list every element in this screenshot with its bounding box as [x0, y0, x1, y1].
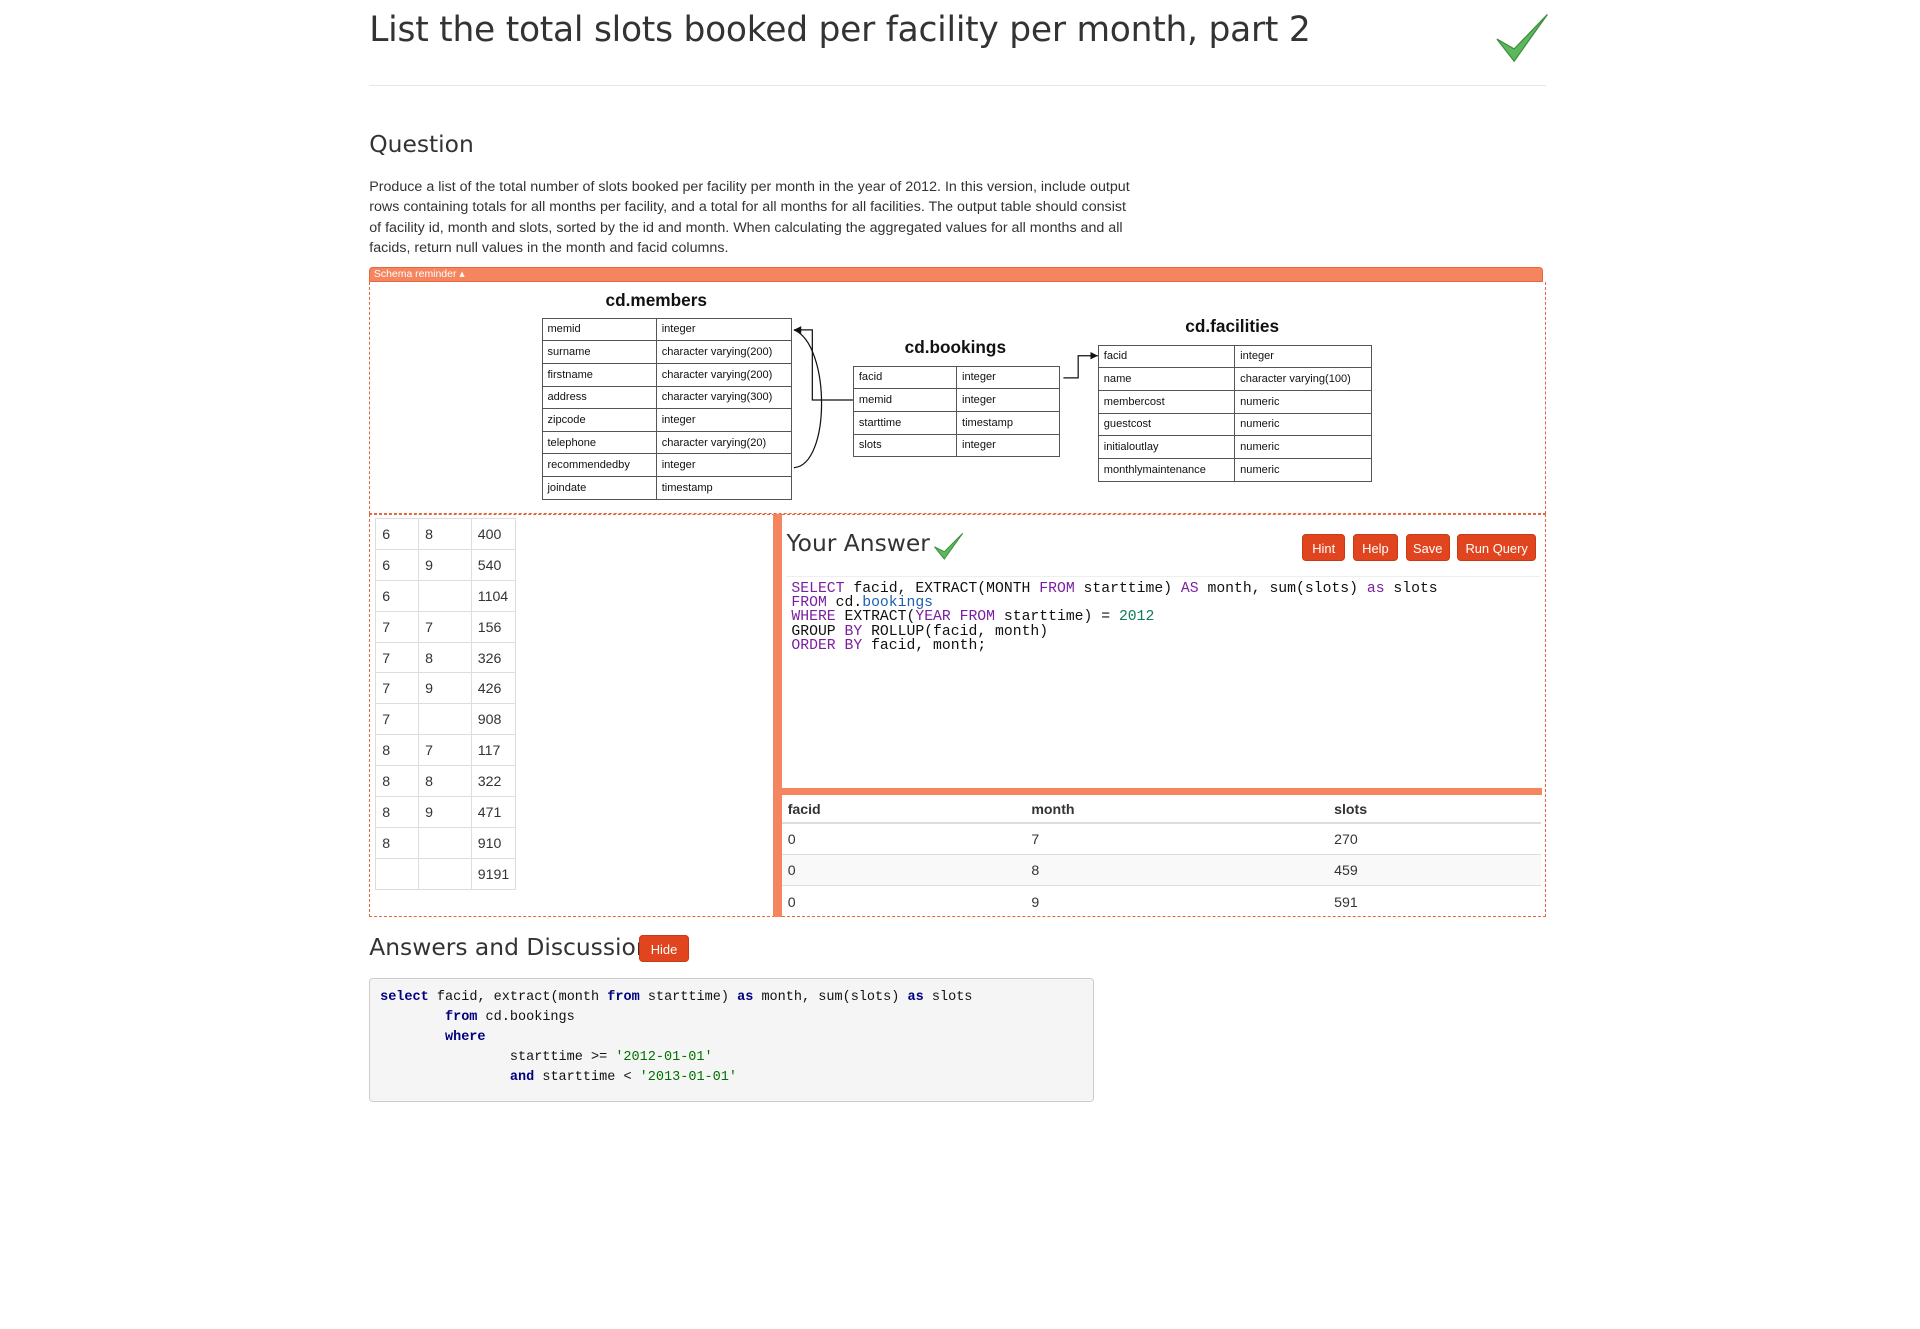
- code-line: GROUP BY ROLLUP(facid, month): [791, 623, 1049, 640]
- table-row: 6 8 400: [375, 517, 517, 550]
- table-header-row: facid month slots: [781, 795, 1541, 825]
- table-cell: 8: [375, 734, 419, 767]
- table-cell: 1104: [470, 579, 517, 612]
- code-line: WHERE EXTRACT(YEAR FROM starttime) = 201…: [791, 609, 1155, 626]
- query-results-table: facid month slots 0 7 270 0 8 459 0 9 591: [781, 795, 1541, 917]
- table-cell: 591: [1327, 885, 1541, 917]
- table-cell: 270: [1327, 822, 1541, 855]
- table-cell: 7: [417, 610, 472, 643]
- table-cell: 459: [1327, 854, 1541, 886]
- table-cell: 7: [375, 672, 419, 705]
- table-row: 7 908: [375, 703, 517, 736]
- your-answer-heading: Your Answer: [786, 529, 930, 558]
- table-cell: 322: [470, 765, 517, 798]
- checkmark-icon: [933, 532, 963, 560]
- blank-area: [1568, 0, 1920, 1080]
- table-cell: 9: [417, 672, 472, 705]
- code-line: where: [444, 1030, 486, 1046]
- code-line: SELECT facid, EXTRACT(MONTH FROM startti…: [791, 580, 1438, 597]
- table-cell: 0: [781, 822, 1026, 855]
- table-row: 0 7 270: [781, 822, 1541, 855]
- save-button[interactable]: Save: [1405, 534, 1450, 562]
- table-cell: [417, 579, 472, 612]
- table-row: 6 9 540: [375, 548, 517, 581]
- column-header: slots: [1327, 795, 1541, 825]
- table-cell: 8: [375, 796, 419, 828]
- table-cell: 117: [470, 734, 517, 767]
- table-cell: 540: [470, 548, 517, 581]
- table-cell: 8: [1025, 854, 1328, 886]
- table-row: 8 9 471: [375, 796, 517, 828]
- run-query-button[interactable]: Run Query: [1457, 534, 1537, 562]
- pane-splitter[interactable]: [772, 514, 782, 917]
- table-cell: 8: [375, 826, 419, 859]
- table-cell: 6: [375, 579, 419, 612]
- table-cell: [417, 703, 472, 736]
- table-cell: 326: [470, 641, 517, 674]
- hide-button[interactable]: Hide: [638, 935, 690, 963]
- table-cell: [417, 826, 472, 859]
- table-row: 0 8 459: [781, 854, 1541, 886]
- table-row: 9191: [375, 857, 517, 890]
- table-cell: 7: [417, 734, 472, 767]
- table-cell: 910: [470, 826, 517, 859]
- table-row: 7 7 156: [375, 610, 517, 643]
- code-line: select facid, extract(month from startti…: [380, 990, 973, 1006]
- column-header: month: [1025, 795, 1328, 825]
- table-cell: 471: [470, 796, 517, 828]
- table-cell: 9: [417, 548, 472, 581]
- table-cell: [417, 857, 472, 890]
- table-cell: 156: [470, 610, 517, 643]
- hint-button[interactable]: Hint: [1302, 534, 1346, 562]
- table-cell: 9: [417, 796, 472, 828]
- table-cell: 6: [375, 517, 419, 550]
- code-line: ORDER BY facid, month;: [791, 638, 987, 655]
- table-cell: 9: [1025, 885, 1328, 917]
- table-cell: 6: [375, 548, 419, 581]
- table-row: 7 8 326: [375, 641, 517, 674]
- code-line: and starttime < '2013-01-01': [509, 1070, 738, 1086]
- table-cell: 8: [375, 765, 419, 798]
- code-line: starttime >= '2012-01-01': [509, 1050, 713, 1066]
- table-row: 7 9 426: [375, 672, 517, 705]
- column-header: facid: [781, 795, 1026, 825]
- editor-results-splitter[interactable]: [781, 787, 1543, 796]
- table-cell: 0: [781, 885, 1026, 917]
- code-line: FROM cd.bookings: [791, 595, 934, 612]
- table-cell: 7: [375, 703, 419, 736]
- table-cell: 8: [417, 641, 472, 674]
- answers-discussion-heading: Answers and Discussion: [369, 932, 651, 961]
- expected-results-table: 6 8 400 6 9 540 6 1104 7 7 156 7 8 326 7 9 426 7 908 8 7 117 8…: [375, 517, 517, 890]
- table-cell: 8: [417, 517, 472, 550]
- table-cell: 426: [470, 672, 517, 705]
- table-cell: 908: [470, 703, 517, 736]
- table-cell: 0: [781, 854, 1026, 886]
- code-line: from cd.bookings: [444, 1010, 575, 1026]
- sql-editor[interactable]: SELECT facid, EXTRACT(MONTH FROM startti…: [786, 576, 1540, 788]
- expected-results-pane: 6 8 400 6 9 540 6 1104 7 7 156 7 8 326 7 9 426 7 908 8 7 117 8…: [369, 514, 776, 917]
- table-row: 8 910: [375, 826, 517, 859]
- table-row: 8 8 322: [375, 765, 517, 798]
- answer-code-block: select facid, extract(month from startti…: [369, 978, 1095, 1102]
- table-row: 6 1104: [375, 579, 517, 612]
- table-row: 0 9 591: [781, 885, 1541, 917]
- table-cell: 7: [1025, 822, 1328, 855]
- table-cell: [375, 857, 419, 890]
- table-row: 8 7 117: [375, 734, 517, 767]
- table-cell: 400: [470, 517, 517, 550]
- table-cell: 8: [417, 765, 472, 798]
- table-cell: 9191: [470, 857, 517, 890]
- table-cell: 7: [375, 641, 419, 674]
- help-button[interactable]: Help: [1352, 534, 1399, 562]
- table-cell: 7: [375, 610, 419, 643]
